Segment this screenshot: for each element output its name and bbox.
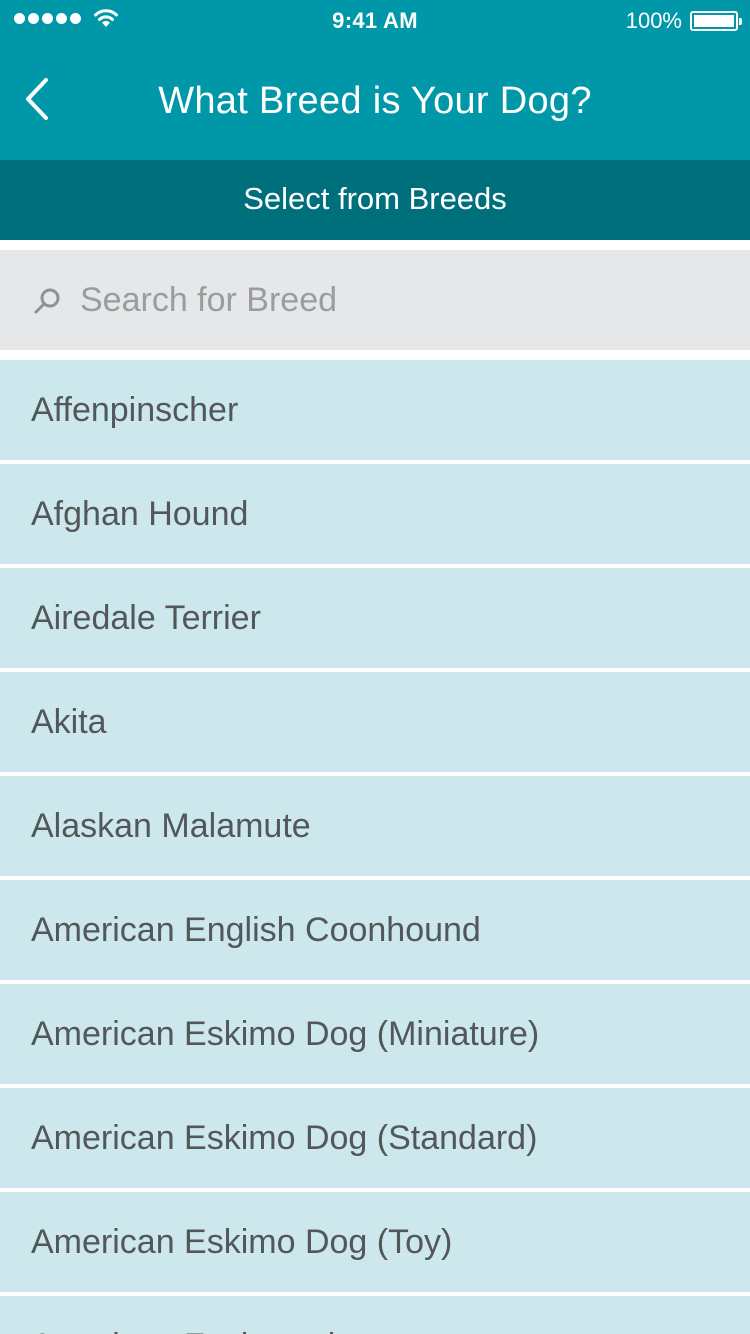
breed-list-item[interactable]: Affenpinscher [0, 360, 750, 460]
breed-list-item[interactable]: Airedale Terrier [0, 568, 750, 668]
search-icon [34, 288, 60, 314]
nav-bar: What Breed is Your Dog? [0, 40, 750, 160]
breed-label: Airedale Terrier [31, 598, 261, 637]
breed-label: American Eskimo Dog (Toy) [31, 1222, 453, 1261]
page-title: What Breed is Your Dog? [158, 80, 592, 122]
header: 9:41 AM 100% What Breed is Your Dog? [0, 0, 750, 160]
status-bar: 9:41 AM 100% [0, 0, 750, 40]
breed-list-item[interactable]: Akita [0, 672, 750, 772]
breed-list-item[interactable]: American Eskimo Dog (Toy) [0, 1192, 750, 1292]
breed-label: Affenpinscher [31, 390, 239, 429]
breed-label: Akita [31, 702, 107, 741]
breed-list: Affenpinscher Afghan Hound Airedale Terrie… [0, 360, 750, 1334]
breed-list-item[interactable]: Alaskan Malamute [0, 776, 750, 876]
breed-source-header: Select from Breeds [0, 160, 750, 240]
breed-label: American Eskimo Dog (Miniature) [31, 1014, 540, 1053]
breed-list-item[interactable]: Afghan Hound [0, 464, 750, 564]
breed-list-item[interactable]: American English Coonhound [0, 880, 750, 980]
search-bar[interactable] [0, 250, 750, 350]
battery-percent: 100% [625, 8, 682, 33]
breed-list-item[interactable]: American Foxhound [0, 1296, 750, 1334]
breed-list-item[interactable]: American Eskimo Dog (Standard) [0, 1088, 750, 1188]
breed-list-item[interactable]: American Eskimo Dog (Miniature) [0, 984, 750, 1084]
breed-label: Afghan Hound [31, 494, 249, 533]
battery-icon [690, 11, 742, 31]
app-screen: 9:41 AM 100% What Breed is Your Dog? Sel… [0, 0, 750, 1334]
breed-label: American Eskimo Dog (Standard) [31, 1118, 538, 1157]
search-input[interactable] [80, 274, 720, 326]
breed-label: American Foxhound [31, 1327, 335, 1334]
breed-label: Alaskan Malamute [31, 806, 311, 845]
divider [0, 240, 750, 250]
breed-label: American English Coonhound [31, 910, 481, 949]
